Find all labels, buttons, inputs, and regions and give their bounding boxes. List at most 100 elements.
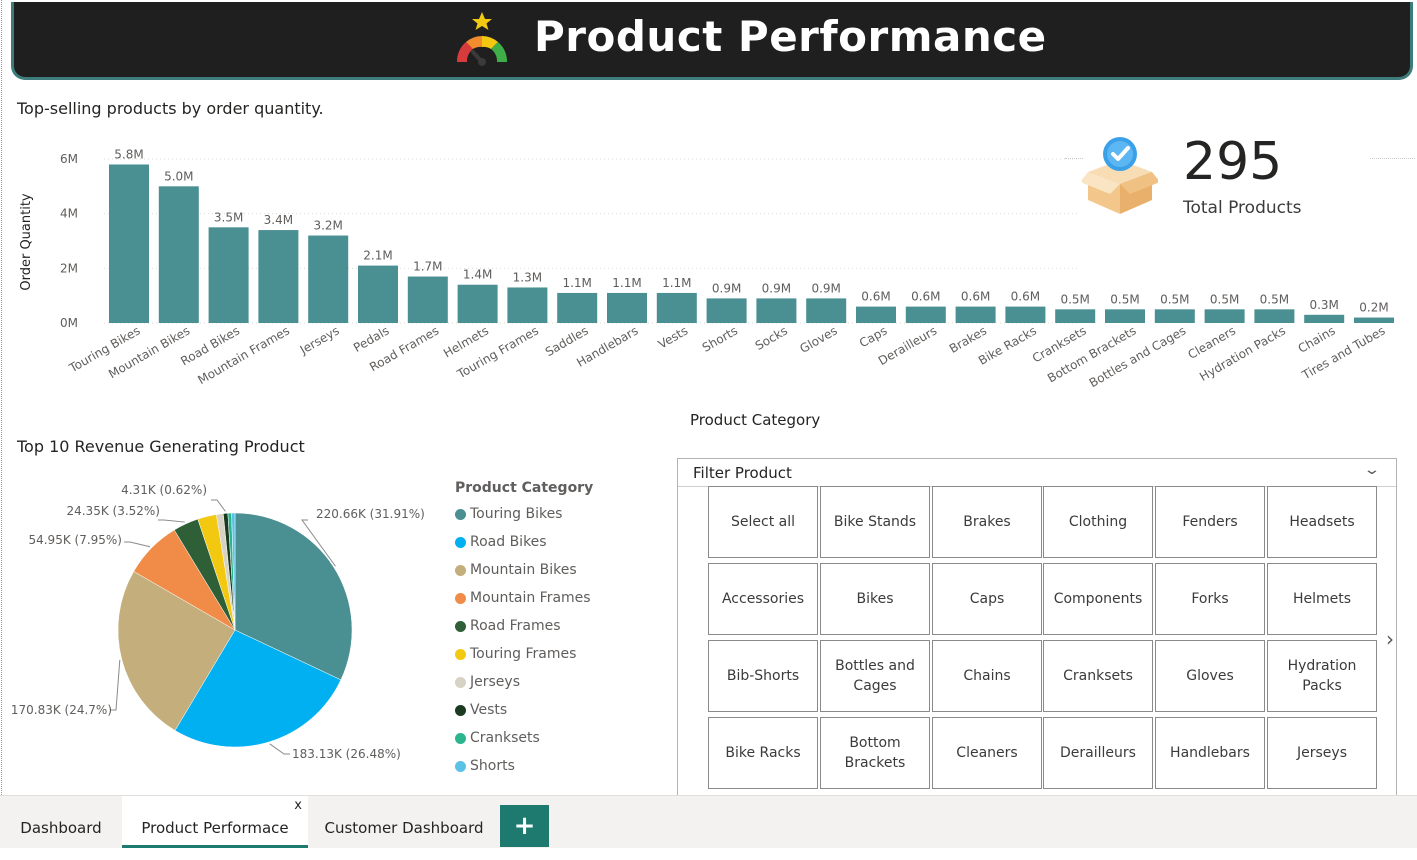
slicer-tile[interactable]: Select all — [708, 486, 818, 558]
legend-label: Mountain Frames — [470, 590, 591, 606]
legend-item[interactable]: Touring Bikes — [455, 500, 655, 528]
slicer-tile[interactable]: Bottom Brackets — [820, 717, 930, 789]
slicer-tile[interactable]: Clothing — [1043, 486, 1153, 558]
slicer-tile[interactable]: Fenders — [1155, 486, 1265, 558]
bar[interactable] — [308, 235, 349, 323]
slicer-tile[interactable]: Cranksets — [1043, 640, 1153, 712]
slicer-tile[interactable]: Derailleurs — [1043, 717, 1153, 789]
legend-item[interactable]: Road Frames — [455, 612, 655, 640]
slicer-tile[interactable]: Helmets — [1267, 563, 1377, 635]
bar[interactable] — [756, 298, 797, 323]
data-label: 0.2M — [1359, 301, 1388, 315]
data-label: 2.1M — [363, 249, 392, 263]
bar[interactable] — [905, 306, 946, 323]
y-tick-label: 0M — [60, 316, 78, 330]
slicer-tile[interactable]: Components — [1043, 563, 1153, 635]
bar[interactable] — [1304, 314, 1345, 323]
slicer-tile[interactable]: Gloves — [1155, 640, 1265, 712]
slice-label: 4.31K (0.62%) — [121, 483, 207, 497]
slicer-tile[interactable]: Bike Racks — [708, 717, 818, 789]
legend-item[interactable]: Touring Frames — [455, 640, 655, 668]
legend-item[interactable]: Vests — [455, 696, 655, 724]
bar[interactable] — [706, 298, 747, 323]
bar[interactable] — [1154, 309, 1195, 323]
slicer-tile[interactable]: Hydration Packs — [1267, 640, 1377, 712]
close-tab-icon[interactable]: x — [294, 774, 302, 838]
bar[interactable] — [557, 292, 598, 323]
bar[interactable] — [507, 287, 548, 323]
leader-line — [158, 519, 185, 523]
slicer-tile[interactable]: Forks — [1155, 563, 1265, 635]
legend-item[interactable]: Mountain Bikes — [455, 556, 655, 584]
bar[interactable] — [1204, 309, 1245, 323]
slicer-tile[interactable]: Jerseys — [1267, 717, 1377, 789]
data-label: 3.5M — [214, 210, 243, 224]
legend-dot — [455, 536, 466, 548]
bar[interactable] — [358, 265, 398, 323]
legend-item[interactable]: Mountain Frames — [455, 584, 655, 612]
data-label: 1.4M — [463, 268, 492, 282]
bar[interactable] — [806, 298, 847, 323]
slicer-tile[interactable]: Chains — [932, 640, 1042, 712]
data-label: 1.1M — [562, 276, 591, 290]
data-label: 0.9M — [712, 281, 741, 295]
data-label: 1.1M — [612, 276, 641, 290]
data-label: 0.9M — [762, 281, 791, 295]
tab-dashboard[interactable]: Dashboard — [0, 796, 122, 848]
slicer-tile[interactable]: Bib-Shorts — [708, 640, 818, 712]
data-label: 3.4M — [264, 213, 293, 227]
bar[interactable] — [1354, 317, 1394, 323]
bar[interactable] — [607, 292, 647, 323]
add-page-button[interactable]: + — [500, 805, 549, 847]
bar[interactable] — [856, 306, 896, 323]
tab-customer-dashboard[interactable]: Customer Dashboard — [308, 796, 500, 848]
bar[interactable] — [109, 164, 149, 323]
slicer-tile[interactable]: Headsets — [1267, 486, 1377, 558]
kpi-divider — [1370, 158, 1415, 159]
legend-label: Jerseys — [470, 674, 520, 690]
bar[interactable] — [158, 186, 199, 323]
bar[interactable] — [955, 306, 996, 323]
bar[interactable] — [258, 230, 299, 323]
bar[interactable] — [1254, 309, 1295, 323]
data-label: 1.3M — [513, 270, 542, 284]
slicer-tile[interactable]: Caps — [932, 563, 1042, 635]
slicer-tile[interactable]: Handlebars — [1155, 717, 1265, 789]
data-label: 0.6M — [911, 290, 940, 304]
legend-label: Road Bikes — [470, 534, 547, 550]
leader-line — [124, 541, 151, 548]
revenue-pie-chart[interactable]: 220.66K (31.91%) 183.13K (26.48%) 170.83K … — [12, 470, 452, 790]
legend-dot — [455, 732, 466, 744]
kpi-divider — [1065, 158, 1083, 159]
chevron-right-icon[interactable]: › — [1386, 627, 1394, 651]
slicer-tile[interactable]: Bikes — [820, 563, 930, 635]
legend-label: Shorts — [470, 758, 515, 774]
legend-dot — [455, 648, 466, 660]
legend-item[interactable]: Jerseys — [455, 668, 655, 696]
legend-item[interactable]: Road Bikes — [455, 528, 655, 556]
legend-item[interactable]: Cranksets — [455, 724, 655, 752]
slicer-tile[interactable]: Cleaners — [932, 717, 1042, 789]
data-label: 5.0M — [164, 169, 193, 183]
legend-dot — [455, 592, 466, 604]
data-label: 0.5M — [1110, 292, 1139, 306]
slicer-tile[interactable]: Accessories — [708, 563, 818, 635]
chevron-down-icon[interactable]: ⌄ — [1363, 462, 1381, 478]
leader-line — [269, 743, 290, 755]
slicer-tile[interactable]: Bottles and Cages — [820, 640, 930, 712]
bar[interactable] — [1105, 309, 1145, 323]
page-title: Product Performance — [534, 12, 1047, 61]
bar[interactable] — [1055, 309, 1096, 323]
pie-chart-title: Top 10 Revenue Generating Product — [17, 437, 305, 456]
slicer-tile[interactable]: Brakes — [932, 486, 1042, 558]
bar[interactable] — [208, 227, 249, 323]
bar[interactable] — [656, 292, 697, 323]
bar[interactable] — [457, 284, 498, 323]
bar[interactable] — [1005, 306, 1046, 323]
x-tick-label: Socks — [753, 323, 790, 353]
slicer-tile[interactable]: Bike Stands — [820, 486, 930, 558]
tab-product-performance[interactable]: Product Performace x — [122, 796, 308, 848]
bar[interactable] — [407, 276, 448, 323]
legend-label: Cranksets — [470, 730, 540, 746]
legend-item[interactable]: Shorts — [455, 752, 655, 780]
